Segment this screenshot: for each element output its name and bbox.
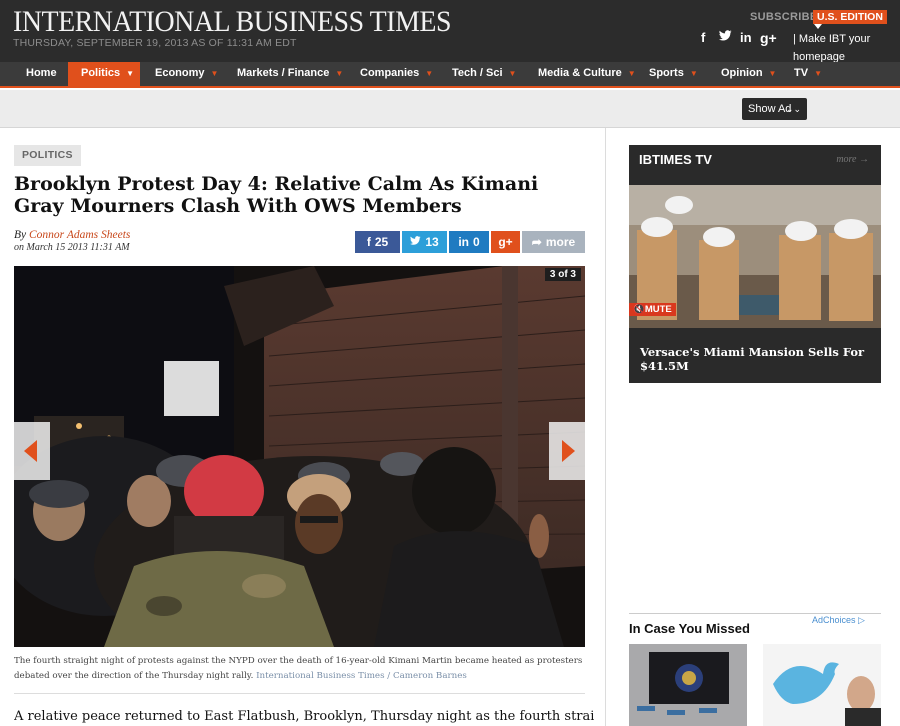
double-chevron-down-icon: ⌄⌄ <box>785 104 801 114</box>
ad-bar: Show Ad ⌄⌄ <box>0 90 900 128</box>
chevron-down-icon: ▼ <box>126 69 135 78</box>
missed-thumbnail-2[interactable] <box>763 644 881 726</box>
googleplus-icon[interactable]: g+ <box>760 30 777 46</box>
nav-item-markets-finance[interactable]: Markets / Finance ▼ <box>237 62 343 86</box>
author-link[interactable]: Connor Adams Sheets <box>29 229 130 241</box>
ibtimes-tv-widget: IBTIMES TV more → 🔇MUTE Versace's Miami … <box>629 145 881 383</box>
nav-item-label: Tech / Sci <box>452 67 503 79</box>
nav-item-home[interactable]: Home <box>26 62 57 86</box>
tv-video-title[interactable]: Versace's Miami Mansion Sells For $41.5M <box>640 345 870 373</box>
chevron-down-icon: ▼ <box>627 69 636 78</box>
previous-slide-button[interactable] <box>14 422 50 480</box>
adchoices-icon: ▷ <box>858 615 865 625</box>
masthead: INTERNATIONAL BUSINESS TIMES THURSDAY, S… <box>0 0 900 63</box>
nav-item-tv[interactable]: TV ▼ <box>794 62 822 86</box>
missed-thumbnail-1[interactable] <box>629 644 747 726</box>
nav-item-opinion[interactable]: Opinion ▼ <box>721 62 776 86</box>
facebook-share-count: 25 <box>374 235 389 249</box>
speaker-muted-icon: 🔇 <box>633 304 645 315</box>
tv-more-link[interactable]: more → <box>836 154 869 165</box>
caption-divider <box>14 693 585 694</box>
section-divider <box>629 613 881 614</box>
edition-selector[interactable]: U.S. EDITION <box>813 10 887 24</box>
nav-item-label: Home <box>26 67 57 79</box>
twitter-icon[interactable] <box>719 30 732 45</box>
chevron-down-icon: ▼ <box>814 69 822 78</box>
linkedin-icon[interactable]: in <box>740 30 752 45</box>
main-nav: Home Politics ▼ Economy ▼ Markets / Financ… <box>0 62 900 88</box>
linkedin-icon: in <box>458 235 469 249</box>
arrow-left-icon <box>24 440 37 462</box>
arrow-right-icon <box>562 440 575 462</box>
twitter-bird-image <box>763 644 881 726</box>
twitter-share-button[interactable]: 13 <box>402 231 447 253</box>
nav-item-sports[interactable]: Sports ▼ <box>649 62 698 86</box>
nav-item-economy[interactable]: Economy ▼ <box>155 62 218 86</box>
googleplus-icon: g+ <box>498 235 513 249</box>
column-divider <box>605 128 606 726</box>
photo-caption: The fourth straight night of protests ag… <box>14 654 590 684</box>
tv-more-label: more <box>836 154 857 165</box>
subscribe-link[interactable]: SUBSCRIBE <box>750 11 818 23</box>
chevron-down-icon: ▼ <box>768 69 777 78</box>
twitter-share-count: 13 <box>425 235 439 249</box>
make-homepage-link[interactable]: | Make IBT your homepage <box>793 30 898 66</box>
facebook-icon[interactable]: f <box>701 30 705 45</box>
more-share-label: more <box>545 235 576 249</box>
article-photo: 3 of 3 <box>14 266 585 647</box>
in-case-you-missed-heading: In Case You Missed <box>629 621 750 636</box>
nsa-seal-image <box>629 644 747 726</box>
share-arrow-icon: ➦ <box>531 235 542 249</box>
slide-counter: 3 of 3 <box>544 268 581 281</box>
linkedin-share-button[interactable]: in 0 <box>449 231 489 253</box>
twitter-icon <box>410 235 421 249</box>
arrow-right-icon: → <box>859 154 869 165</box>
chevron-down-icon: ▼ <box>689 69 698 78</box>
adchoices-label: AdChoices <box>812 615 856 625</box>
protest-photo-image <box>14 266 585 647</box>
nav-item-label: Sports <box>649 67 684 79</box>
nav-item-politics[interactable]: Politics ▼ <box>68 62 140 86</box>
mute-label: MUTE <box>644 304 672 315</box>
dateline: THURSDAY, SEPTEMBER 19, 2013 AS OF 11:31… <box>13 37 297 49</box>
article-lede: A relative peace returned to East Flatbu… <box>14 709 594 724</box>
site-logo[interactable]: INTERNATIONAL BUSINESS TIMES <box>13 5 452 39</box>
chevron-down-icon: ▼ <box>335 69 344 78</box>
byline-prefix: By <box>14 229 27 241</box>
photo-credit-link[interactable]: International Business Times / Cameron B… <box>256 671 467 681</box>
nav-item-label: Opinion <box>721 67 763 79</box>
more-share-button[interactable]: ➦ more <box>522 231 585 253</box>
section-tag[interactable]: POLITICS <box>14 145 81 166</box>
nav-item-label: Companies <box>360 67 420 79</box>
nav-item-companies[interactable]: Companies ▼ <box>360 62 433 86</box>
show-ad-label: Show Ad <box>748 103 792 115</box>
tv-widget-title: IBTIMES TV <box>639 152 712 167</box>
publish-date: on March 15 2013 11:31 AM <box>14 242 130 253</box>
googleplus-share-button[interactable]: g+ <box>491 231 520 253</box>
byline: By Connor Adams Sheets <box>14 229 130 241</box>
mute-button[interactable]: 🔇MUTE <box>629 303 676 316</box>
adchoices-link[interactable]: AdChoices ▷ <box>812 615 865 626</box>
nav-item-label: Economy <box>155 67 205 79</box>
facebook-share-button[interactable]: f 25 <box>355 231 400 253</box>
chevron-down-icon: ▼ <box>210 69 219 78</box>
nav-item-tech-sci[interactable]: Tech / Sci ▼ <box>452 62 516 86</box>
chevron-down-icon: ▼ <box>508 69 517 78</box>
facebook-icon: f <box>366 235 371 249</box>
show-ad-button[interactable]: Show Ad ⌄⌄ <box>742 98 807 120</box>
chevron-down-icon: ▼ <box>425 69 434 78</box>
nav-item-media-culture[interactable]: Media & Culture ▼ <box>538 62 636 86</box>
edition-caret-icon <box>814 24 822 29</box>
nav-item-label: Politics <box>81 67 121 79</box>
article-headline: Brooklyn Protest Day 4: Relative Calm As… <box>14 173 539 217</box>
nav-item-label: Media & Culture <box>538 67 622 79</box>
nav-item-label: TV <box>794 67 809 79</box>
linkedin-share-count: 0 <box>472 235 480 249</box>
nav-item-label: Markets / Finance <box>237 67 330 79</box>
next-slide-button[interactable] <box>549 422 585 480</box>
tv-video-player[interactable]: 🔇MUTE <box>629 185 881 328</box>
